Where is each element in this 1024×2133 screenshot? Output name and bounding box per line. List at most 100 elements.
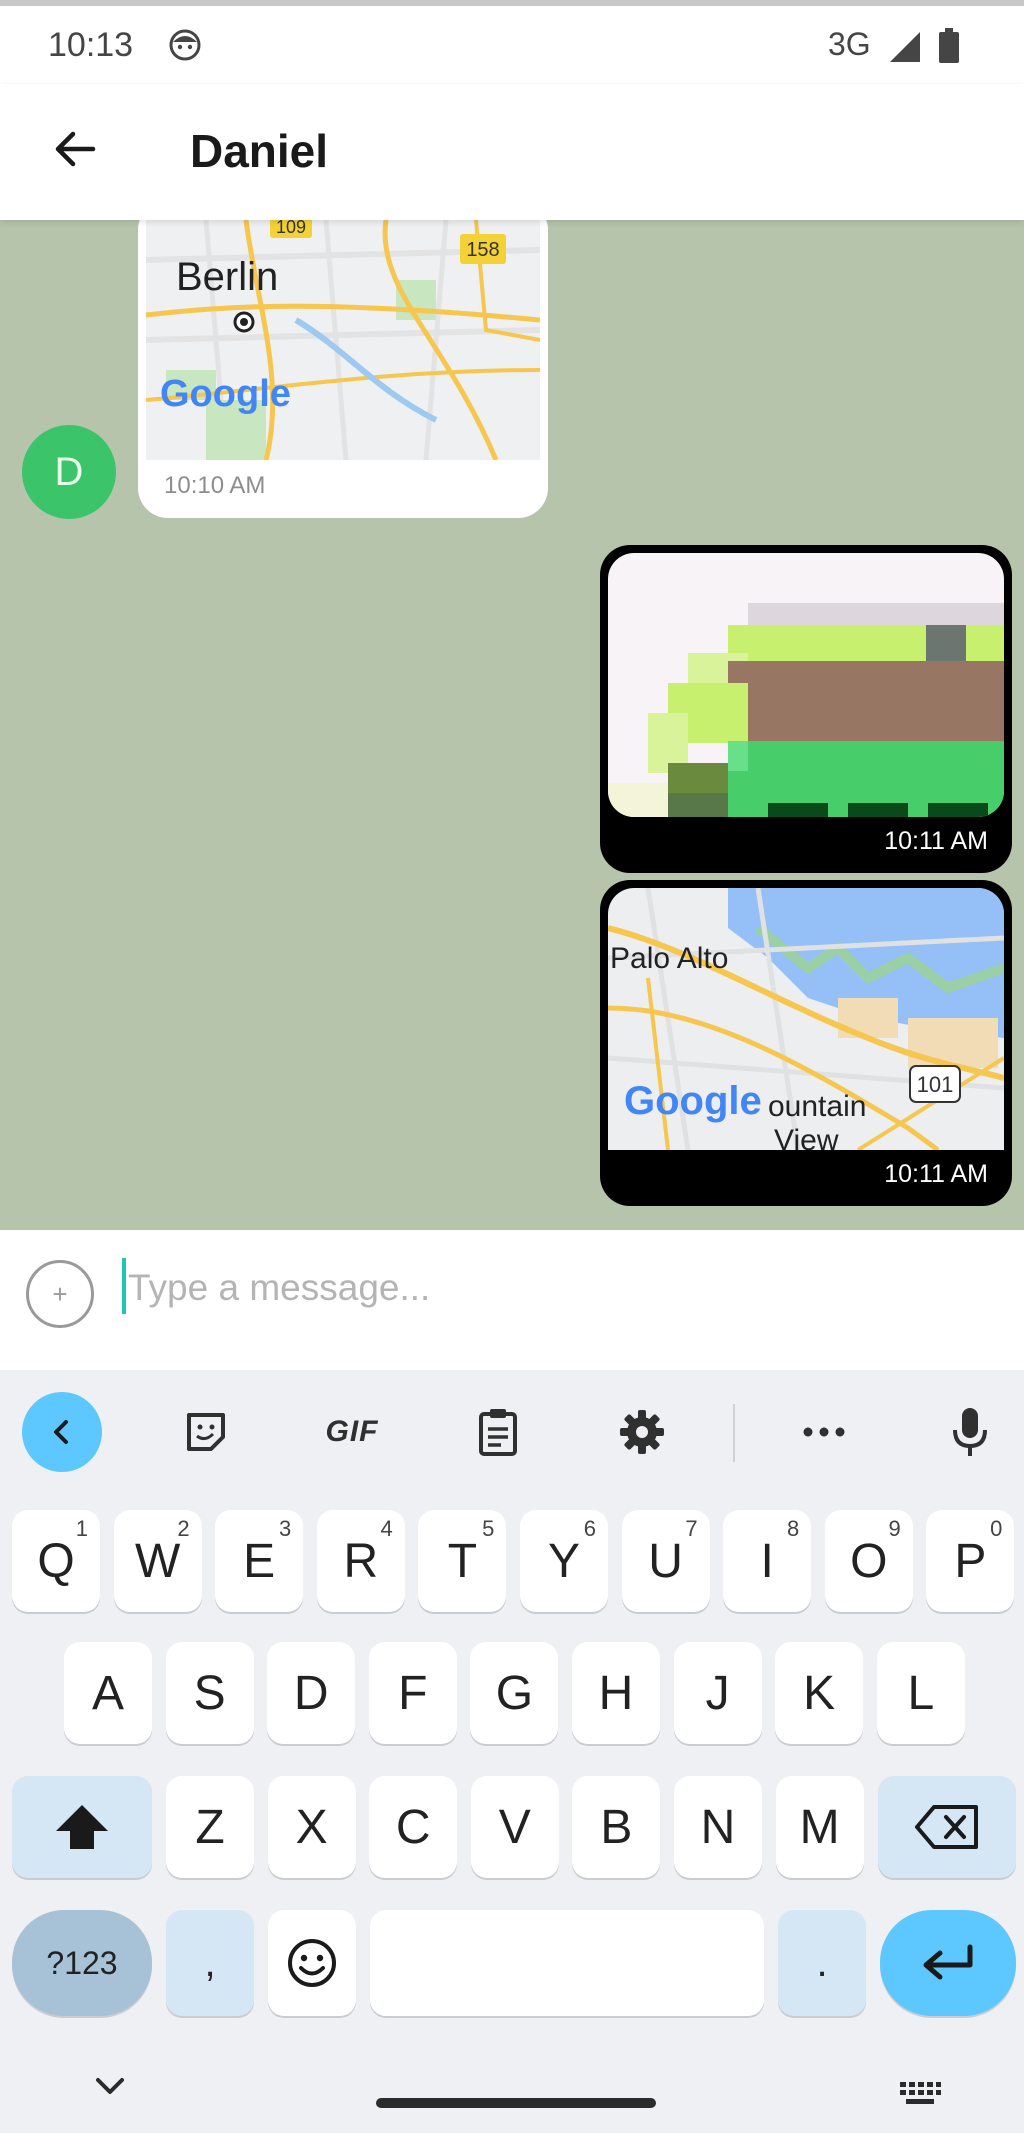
key-c[interactable]: C	[369, 1776, 458, 1878]
symbols-key[interactable]: ?123	[12, 1910, 152, 2016]
map-image-palo-alto[interactable]: Palo Alto 101 Google ountain View	[608, 888, 1004, 1150]
message-time: 10:11 AM	[884, 1160, 988, 1188]
system-nav-bar	[0, 2040, 1024, 2133]
key-label: W	[134, 1534, 181, 1588]
key-x[interactable]: X	[267, 1776, 356, 1878]
key-hint: 4	[380, 1516, 393, 1541]
space-key[interactable]	[370, 1910, 764, 2016]
key-hint: 3	[278, 1516, 292, 1541]
more-options-button[interactable]	[784, 1392, 864, 1472]
key-label: P	[954, 1534, 987, 1588]
keyboard-switch-icon[interactable]	[898, 2080, 942, 2108]
emoji-key[interactable]	[268, 1910, 356, 2016]
collapse-toolbar-button[interactable]	[22, 1392, 102, 1472]
message-time: 10:10 AM	[164, 472, 266, 499]
enter-key[interactable]	[880, 1910, 1016, 2016]
key-v[interactable]: V	[470, 1776, 559, 1878]
key-n[interactable]: N	[674, 1776, 762, 1878]
shift-icon	[56, 1805, 108, 1849]
key-label: O	[850, 1534, 888, 1588]
key-s[interactable]: S	[165, 1642, 254, 1744]
key-hint: 0	[990, 1516, 1003, 1541]
map-city-label-3: View	[774, 1124, 839, 1150]
backspace-key[interactable]	[878, 1776, 1016, 1878]
back-button[interactable]	[40, 114, 110, 184]
message-time: 10:11 AM	[884, 827, 988, 855]
key-hint: 8	[786, 1516, 800, 1541]
map-city-label: Palo Alto	[610, 942, 728, 975]
status-time: 10:13	[48, 26, 134, 64]
add-attachment-button[interactable]: +	[26, 1260, 94, 1328]
back-arrow-icon	[55, 131, 96, 167]
google-logo: Google	[160, 373, 291, 415]
message-bubble-outgoing-map[interactable]: Palo Alto 101 Google ountain View 10:11 …	[600, 880, 1012, 1206]
key-j[interactable]: J	[673, 1642, 762, 1744]
message-composer: +	[0, 1230, 1024, 1370]
key-hint: 6	[583, 1516, 596, 1541]
map-image-berlin[interactable]: 109 158 Berlin Google	[146, 220, 540, 460]
text-cursor	[122, 1258, 126, 1314]
key-m[interactable]: M	[775, 1776, 864, 1878]
comma-key[interactable]: ,	[166, 1910, 254, 2016]
collapse-icon	[54, 1420, 68, 1444]
settings-icon	[620, 1410, 664, 1454]
sent-image[interactable]	[608, 553, 1004, 817]
key-a[interactable]: A	[64, 1642, 152, 1744]
route-label-158: 158	[466, 239, 499, 261]
key-label: U	[648, 1534, 683, 1588]
key-k[interactable]: K	[775, 1642, 864, 1744]
hide-keyboard-icon[interactable]	[94, 2076, 126, 2096]
key-label: Q	[37, 1534, 75, 1588]
key-hint: 9	[888, 1516, 901, 1541]
keyboard-settings-button[interactable]	[602, 1392, 682, 1472]
network-type: 3G	[828, 26, 871, 62]
chat-header: Daniel	[0, 84, 1024, 220]
avatar[interactable]: D	[22, 425, 116, 519]
key-e[interactable]: E3	[215, 1510, 304, 1612]
mic-icon	[953, 1408, 987, 1456]
key-z[interactable]: Z	[166, 1776, 254, 1878]
key-p[interactable]: P0	[926, 1510, 1015, 1612]
route-label-109: 109	[276, 220, 306, 237]
voice-input-button[interactable]	[930, 1392, 1010, 1472]
gif-button[interactable]: GIF	[312, 1392, 392, 1472]
face-notification-icon	[169, 29, 201, 61]
key-l[interactable]: L	[876, 1642, 965, 1744]
clipboard-icon	[479, 1409, 517, 1456]
sticker-button[interactable]	[166, 1392, 246, 1472]
map-city-label: Berlin	[176, 255, 278, 299]
status-bar: 10:13 3G	[0, 0, 1024, 84]
route-label-101: 101	[917, 1072, 954, 1097]
key-u[interactable]: U7	[621, 1510, 710, 1612]
key-hint: 7	[685, 1516, 698, 1541]
key-q[interactable]: Q1	[12, 1510, 100, 1612]
clipboard-button[interactable]	[458, 1392, 538, 1472]
period-key[interactable]: .	[778, 1910, 866, 2016]
key-b[interactable]: B	[572, 1776, 661, 1878]
battery-icon	[939, 28, 959, 63]
backspace-icon	[915, 1805, 978, 1849]
message-bubble-incoming[interactable]: 109 158 Berlin Google 10:10 AM	[138, 220, 548, 518]
key-label: E	[243, 1534, 276, 1588]
message-bubble-outgoing-image[interactable]: 10:11 AM	[600, 545, 1012, 873]
key-h[interactable]: H	[572, 1642, 660, 1744]
shift-key[interactable]	[12, 1776, 152, 1878]
signal-icon	[890, 32, 920, 62]
key-o[interactable]: O9	[824, 1510, 913, 1612]
key-g[interactable]: G	[470, 1642, 559, 1744]
key-y[interactable]: Y6	[520, 1510, 608, 1612]
key-t[interactable]: T5	[418, 1510, 507, 1612]
home-gesture-pill[interactable]	[376, 2098, 656, 2108]
enter-icon	[923, 1944, 973, 1980]
toolbar-divider	[733, 1404, 735, 1462]
add-attachment-icon: +	[52, 1278, 68, 1309]
key-i[interactable]: I8	[723, 1510, 812, 1612]
key-hint: 1	[75, 1516, 88, 1541]
chat-messages[interactable]: D 109 158 Berlin Google 10:10 AM 10:11 A…	[0, 220, 1024, 1230]
key-f[interactable]: F	[368, 1642, 457, 1744]
key-r[interactable]: R4	[316, 1510, 405, 1612]
key-d[interactable]: D	[267, 1642, 356, 1744]
message-input[interactable]	[128, 1260, 968, 1316]
emoji-icon	[288, 1939, 336, 1987]
key-w[interactable]: W2	[113, 1510, 202, 1612]
